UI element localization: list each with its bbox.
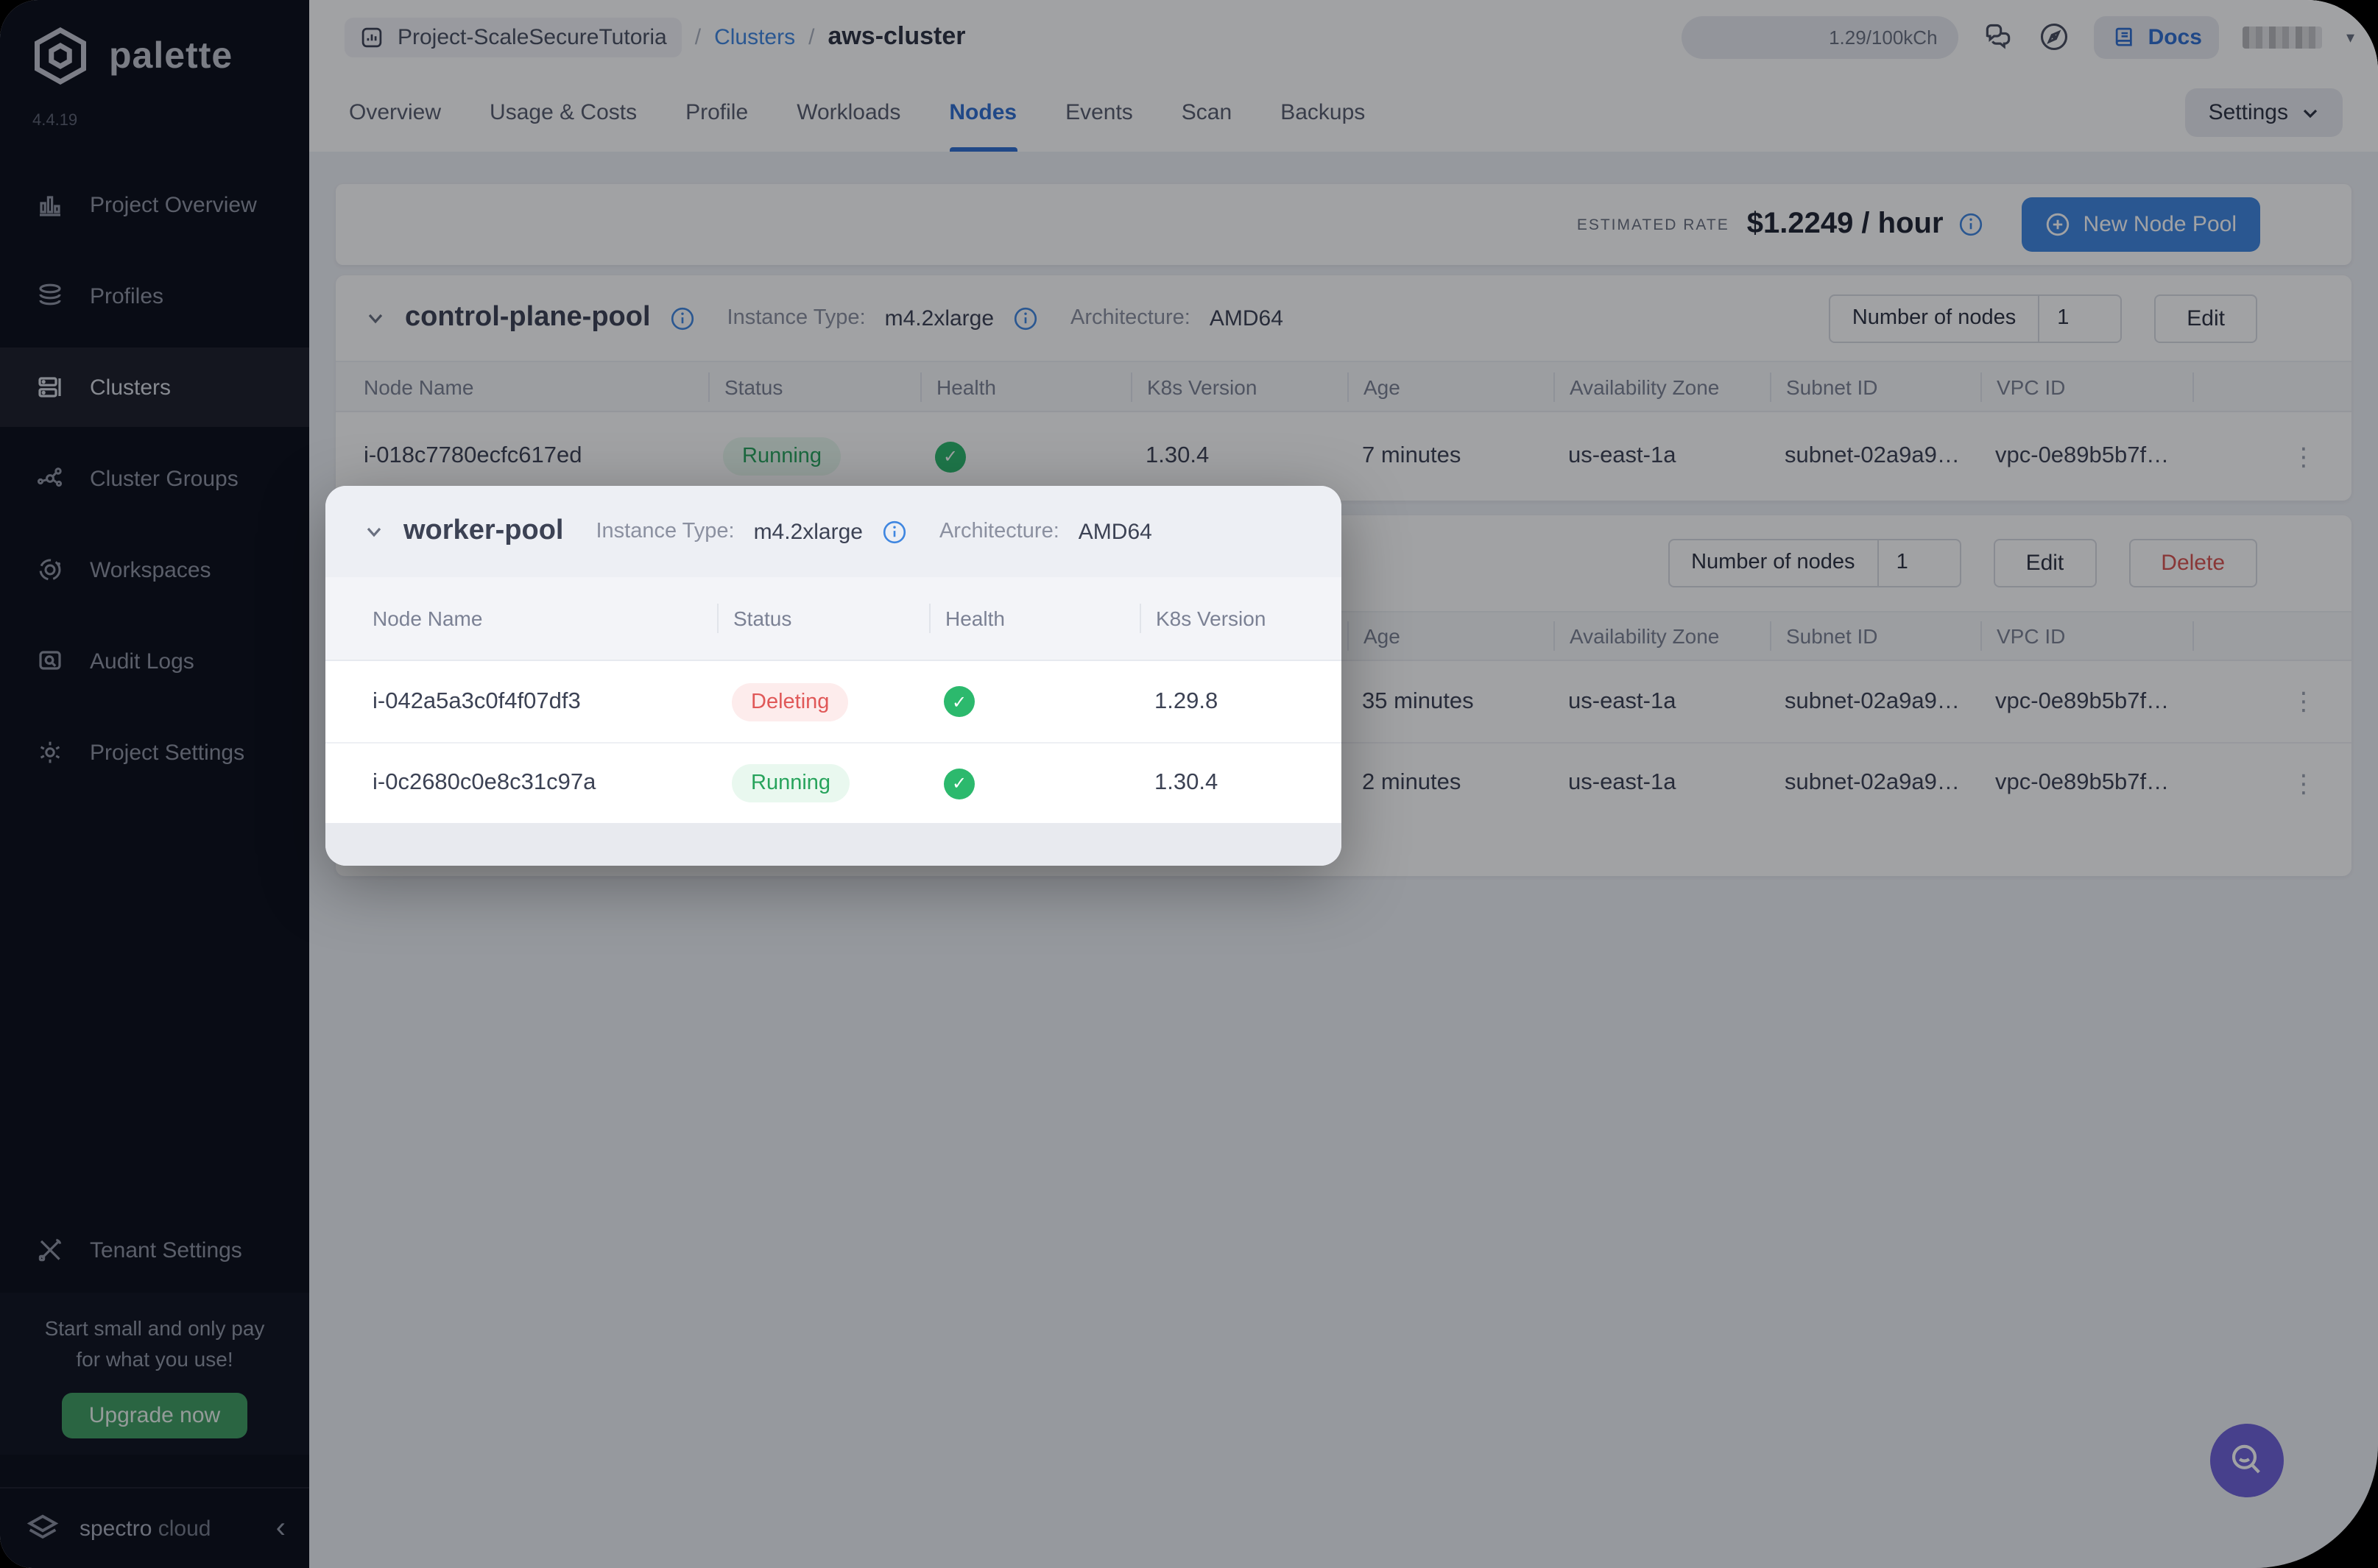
node-k8s-version: 1.30.4: [1140, 770, 1341, 797]
instance-type-value: m4.2xlarge: [754, 519, 863, 544]
app-root: palette 4.4.19 Project Overview Profiles: [0, 0, 2378, 1568]
table-row: i-042a5a3c0f4f07df3 Deleting ✓ 1.29.8: [325, 661, 1341, 742]
node-name: i-0c2680c0e8c31c97a: [325, 770, 717, 797]
worker-pool-spotlight-card: worker-pool Instance Type: m4.2xlarge Ar…: [325, 486, 1341, 866]
node-health: ✓: [929, 686, 1140, 717]
col-node-name: Node Name: [325, 607, 717, 630]
architecture-label: Architecture:: [939, 520, 1059, 543]
health-check-icon: ✓: [944, 768, 975, 799]
col-health: Health: [929, 604, 1140, 633]
node-k8s-version: 1.29.8: [1140, 688, 1341, 715]
info-icon[interactable]: [882, 519, 907, 544]
node-name: i-042a5a3c0f4f07df3: [325, 688, 717, 715]
node-health: ✓: [929, 768, 1140, 799]
palette-app-window: palette 4.4.19 Project Overview Profiles: [0, 0, 2378, 1568]
architecture-value: AMD64: [1079, 519, 1152, 544]
health-check-icon: ✓: [944, 686, 975, 717]
node-status: Running: [717, 764, 929, 802]
spotlight-card-footer: [325, 823, 1341, 866]
instance-type-label: Instance Type:: [596, 520, 734, 543]
table-row: i-0c2680c0e8c31c97a Running ✓ 1.30.4: [325, 742, 1341, 823]
chevron-down-icon[interactable]: [364, 521, 384, 542]
node-status: Deleting: [717, 682, 929, 721]
pool-header: worker-pool Instance Type: m4.2xlarge Ar…: [325, 486, 1341, 577]
pool-name: worker-pool: [403, 515, 563, 548]
col-k8s-version: K8s Version: [1140, 604, 1341, 633]
table-header: Node Name Status Health K8s Version: [325, 577, 1341, 661]
col-status: Status: [717, 604, 929, 633]
